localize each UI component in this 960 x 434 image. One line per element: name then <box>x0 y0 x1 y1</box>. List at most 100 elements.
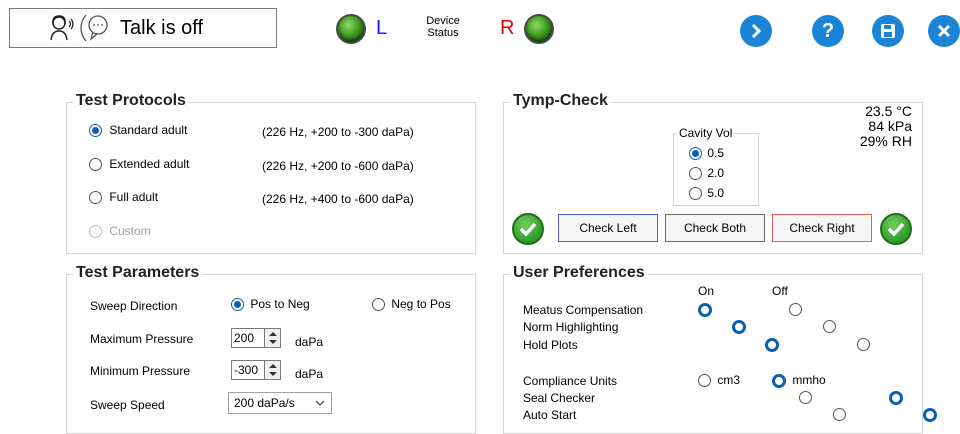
protocol-label: Custom <box>109 224 151 238</box>
radio-icon[interactable] <box>231 298 244 312</box>
min-pressure-unit: daPa <box>295 367 324 381</box>
radio-icon[interactable] <box>89 191 102 205</box>
next-button[interactable] <box>740 15 772 47</box>
device-status-line1: Device <box>426 15 460 27</box>
floppy-disk-icon <box>881 24 895 38</box>
meatus-compensation-label: Meatus Compensation <box>523 303 644 317</box>
talk-toggle-button[interactable]: Talk is off <box>9 8 277 48</box>
hold-plots-off-radio[interactable] <box>856 338 870 352</box>
compliance-units-option-label: cm3 <box>717 373 741 387</box>
radio-icon[interactable] <box>89 225 102 239</box>
check-left-button[interactable]: Check Left <box>558 214 658 242</box>
question-icon: ? <box>821 19 835 42</box>
max-pressure-input[interactable]: 200 <box>231 328 265 348</box>
compliance-units-option-label: mmho <box>792 373 826 387</box>
cavity-vol-option-5-0[interactable]: 5.0 <box>689 186 725 201</box>
speech-bubble-icon <box>80 14 108 42</box>
norm-highlighting-label: Norm Highlighting <box>523 320 619 334</box>
save-button[interactable] <box>872 15 904 47</box>
max-pressure-unit: daPa <box>295 335 324 349</box>
humidity-value: 29% RH <box>859 133 912 149</box>
sweep-direction-label: Sweep Direction <box>90 299 178 313</box>
cavity-vol-label: 0.5 <box>707 146 725 160</box>
sweep-option-label: Neg to Pos <box>391 297 451 311</box>
on-column-header: On <box>698 284 715 298</box>
max-pressure-stepper[interactable]: 200 <box>231 328 281 348</box>
min-pressure-input[interactable]: -300 <box>231 360 265 380</box>
protocol-label: Extended adult <box>109 157 190 171</box>
min-pressure-stepper[interactable]: -300 <box>231 360 281 380</box>
auto-start-label: Auto Start <box>523 408 577 422</box>
sweep-speed-label: Sweep Speed <box>90 398 165 412</box>
radio-icon[interactable] <box>89 158 102 172</box>
norm-highlighting-on-radio[interactable] <box>731 319 746 334</box>
device-status-line2: Status <box>427 27 459 39</box>
speaker-head-icon <box>50 15 74 41</box>
cavity-vol-label: 2.0 <box>707 166 725 180</box>
auto-start-on-radio[interactable] <box>832 408 846 422</box>
talk-status-label: Talk is off <box>120 16 203 39</box>
protocol-extended-adult[interactable]: Extended adult <box>89 157 190 172</box>
radio-icon[interactable] <box>689 187 702 201</box>
right-check-ok-icon <box>880 213 912 245</box>
meatus-compensation-on-radio[interactable] <box>698 302 712 317</box>
max-pressure-label: Maximum Pressure <box>90 332 194 346</box>
left-channel-label: L <box>376 17 388 39</box>
compliance-units-label: Compliance Units <box>523 374 618 388</box>
device-status-label: Device Status <box>420 15 466 39</box>
checkmark-icon <box>519 222 537 237</box>
cavity-vol-label: 5.0 <box>707 186 725 200</box>
protocol-detail: (226 Hz, +200 to -600 daPa) <box>262 159 414 173</box>
off-column-header: Off <box>772 284 788 298</box>
cavity-vol-option-0-5[interactable]: 0.5 <box>689 146 725 161</box>
compliance-units-cm3[interactable]: cm3 <box>698 373 741 388</box>
temperature-value: 23.5 °C <box>865 103 912 119</box>
cavity-vol-title: Cavity Vol <box>677 126 735 140</box>
left-check-ok-icon <box>512 213 544 245</box>
help-button[interactable]: ? <box>812 15 844 47</box>
seal-checker-label: Seal Checker <box>523 391 596 405</box>
radio-icon[interactable] <box>772 373 786 388</box>
environment-readout: 23.5 °C 84 kPa 29% RH <box>820 104 912 149</box>
sweep-speed-select[interactable]: 200 daPa/s <box>228 392 332 414</box>
tymp-check-title: Tymp-Check <box>510 92 611 110</box>
protocol-detail: (226 Hz, +200 to -300 daPa) <box>262 125 414 139</box>
user-preferences-title: User Preferences <box>510 264 648 282</box>
close-icon <box>937 24 951 38</box>
spin-arrows-icon[interactable] <box>265 360 281 380</box>
check-right-button[interactable]: Check Right <box>772 214 872 242</box>
close-button[interactable] <box>928 15 960 47</box>
check-both-button[interactable]: Check Both <box>665 214 765 242</box>
protocol-custom[interactable]: Custom <box>89 224 151 239</box>
test-parameters-title: Test Parameters <box>73 264 203 282</box>
radio-icon[interactable] <box>89 124 102 138</box>
sweep-neg-to-pos[interactable]: Neg to Pos <box>372 297 451 312</box>
pressure-value: 84 kPa <box>868 118 912 134</box>
sweep-option-label: Pos to Neg <box>250 297 310 311</box>
min-pressure-label: Minimum Pressure <box>90 364 191 378</box>
protocol-label: Full adult <box>109 190 159 204</box>
chevron-right-icon <box>751 23 762 39</box>
hold-plots-label: Hold Plots <box>523 338 578 352</box>
sweep-pos-to-neg[interactable]: Pos to Neg <box>231 297 310 312</box>
chevron-down-icon <box>315 400 325 406</box>
right-channel-label: R <box>500 17 515 39</box>
compliance-units-mmho[interactable]: mmho <box>772 373 826 388</box>
left-status-led <box>336 14 366 44</box>
cavity-vol-option-2-0[interactable]: 2.0 <box>689 166 725 181</box>
checkmark-icon <box>887 222 905 237</box>
talk-icons <box>48 11 112 45</box>
radio-icon[interactable] <box>689 167 702 181</box>
right-status-led <box>524 14 554 44</box>
auto-start-off-radio[interactable] <box>923 407 938 422</box>
protocol-label: Standard adult <box>109 123 188 137</box>
radio-icon[interactable] <box>372 298 385 312</box>
sweep-speed-value: 200 daPa/s <box>234 396 295 410</box>
radio-icon[interactable] <box>698 374 711 388</box>
protocol-full-adult[interactable]: Full adult <box>89 190 159 205</box>
radio-icon[interactable] <box>689 147 702 161</box>
protocol-standard-adult[interactable]: Standard adult <box>89 123 188 138</box>
spin-arrows-icon[interactable] <box>265 328 281 348</box>
protocol-detail: (226 Hz, +400 to -600 daPa) <box>262 192 414 206</box>
test-protocols-title: Test Protocols <box>73 92 189 110</box>
